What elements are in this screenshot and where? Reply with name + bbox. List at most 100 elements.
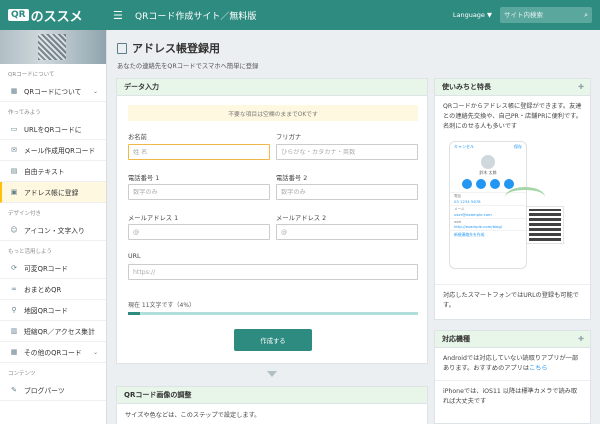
name-field[interactable]: [133, 148, 269, 156]
sidebar-item-label: URLをQRコードに: [24, 126, 82, 134]
link-icon: ▭: [10, 125, 18, 133]
phone1-field[interactable]: [133, 188, 269, 196]
doc-icon: ▤: [10, 167, 18, 175]
sidebar-item-label: 自由テキスト: [24, 168, 65, 176]
sidebar-item-map-qr[interactable]: ⚲ 地図QRコード: [0, 300, 106, 321]
card-header: データ入力: [117, 79, 427, 96]
sidebar-item-label: ブログパーツ: [24, 387, 65, 395]
sidebar-item-url-qr[interactable]: ▭ URLをQRコードに: [0, 119, 106, 140]
sidebar-banner-image: [0, 30, 106, 64]
url-label: URL: [128, 253, 141, 260]
kana-field-wrap: [276, 144, 418, 160]
sidebar-item-free-text[interactable]: ▤ 自由テキスト: [0, 161, 106, 182]
phone2-field[interactable]: [281, 188, 417, 196]
page-title: アドレス帳登録用: [117, 40, 220, 56]
notice-banner: 不要な項目は空欄のままでOKです: [128, 105, 418, 121]
chevron-down-icon: ⌄: [92, 87, 98, 95]
step-arrow-down-icon: [267, 371, 277, 377]
logo-qr-box: QR: [8, 9, 29, 21]
progress-fill: [128, 312, 140, 315]
sidebar-item-mail-qr[interactable]: ✉ メール作成用QRコード: [0, 140, 106, 161]
phone-tel: 03 1234 5678: [454, 199, 481, 204]
search-box: ⌕: [500, 7, 592, 23]
kana-field[interactable]: [281, 148, 417, 156]
page-title-text: アドレス帳登録用: [132, 42, 220, 55]
usage-card: 使いみちと特長 ✚ QRコードからアドレス帳に登録ができます。友達との連絡先交換…: [434, 78, 591, 320]
character-count-status: 現在 11文字です（4%）: [128, 302, 196, 309]
phone1-field-wrap: [128, 184, 270, 200]
card-header: 使いみちと特長: [435, 79, 590, 96]
usage-card-caption: 対応したスマートフォンではURLの登録も可能です。: [435, 284, 590, 317]
sidebar-item-about-qr[interactable]: ▦ QRコードについて ⌄: [0, 81, 106, 102]
arrow-curve-icon: [505, 187, 545, 207]
sidebar-item-label: おまとめQR: [24, 286, 62, 294]
url-field[interactable]: [133, 268, 417, 276]
sidebar-item-icon-text[interactable]: ☺ アイコン・文字入り: [0, 220, 106, 241]
sidebar-item-label: 短縮QR／アクセス集計: [24, 328, 95, 336]
hamburger-icon[interactable]: ☰: [113, 9, 127, 22]
pin-icon: ✚: [578, 335, 584, 343]
site-title: QRコード作成サイト／無料版: [135, 11, 257, 22]
create-button[interactable]: 作成する: [234, 329, 312, 351]
sidebar-item-omatome-qr[interactable]: ∞ おまとめQR: [0, 279, 106, 300]
blog-icon: ✎: [11, 386, 17, 394]
addressbook-icon: ▣: [10, 188, 18, 196]
url-field-wrap: [128, 264, 418, 280]
smile-icon: ☺: [10, 226, 18, 234]
mail1-field-wrap: [128, 224, 270, 240]
chevron-down-icon: ⌄: [92, 348, 98, 356]
pin-icon: ✚: [578, 83, 584, 91]
chart-icon: ▥: [10, 327, 18, 335]
mail2-field[interactable]: [281, 228, 417, 236]
avatar: [481, 155, 495, 169]
sidebar-item-blog-parts[interactable]: ✎ ブログパーツ: [0, 380, 106, 401]
sidebar-item-dynamic-qr[interactable]: ⟳ 可変QRコード: [0, 258, 106, 279]
adjust-card-text: サイズや色などは、このステップで設定します。: [125, 412, 261, 419]
data-input-card: データ入力 不要な項目は空欄のままでOKです お名前 フリガナ 電話番号 1 電…: [116, 78, 428, 364]
refresh-icon: ⟳: [11, 264, 17, 272]
name-label: お名前: [128, 134, 147, 141]
sidebar: QRコードについて ▦ QRコードについて ⌄ 作ってみよう ▭ URLをQRコ…: [0, 30, 107, 424]
phone-web: http://example.com/blog/: [454, 224, 503, 229]
sidebar-section-title: デザイン付き: [8, 211, 42, 217]
app-link[interactable]: こちら: [529, 365, 548, 372]
card-header: QRコード画像の調整: [117, 387, 427, 404]
phone-save-text: 保存: [514, 144, 522, 149]
sidebar-section-title: コンテンツ: [8, 371, 36, 377]
sidebar-item-label: 地図QRコード: [24, 307, 69, 315]
sidebar-item-label: 可変QRコード: [24, 265, 69, 273]
qr-code-image: [526, 206, 564, 244]
page-subtitle: あなたの連絡先をQRコードでスマホへ簡単に登録: [117, 63, 259, 70]
sidebar-section-title: 作ってみよう: [8, 110, 41, 116]
compat-text-1: Androidでは対応していない読取りアプリが一部あります。おすすめのアプリはこ…: [435, 348, 590, 381]
usage-card-text: QRコードからアドレス帳に登録ができます。友達との連絡先交換や、自己PR・店舗P…: [443, 103, 582, 130]
phone-contact-name: 鈴木 太郎: [479, 170, 497, 175]
sidebar-item-addressbook[interactable]: ▣ アドレス帳に登録: [0, 182, 106, 203]
mail-icon: ✉: [11, 146, 17, 154]
compat-card: 対応機種 ✚ Androidでは対応していない読取りアプリが一部あります。おすす…: [434, 330, 591, 424]
search-icon[interactable]: ⌕: [584, 11, 588, 20]
name-field-wrap: [128, 144, 270, 160]
sidebar-item-label: QRコードについて: [24, 88, 82, 96]
link-icon: ∞: [11, 285, 17, 293]
site-logo[interactable]: QR のススメ: [0, 0, 107, 30]
phone1-label: 電話番号 1: [128, 175, 160, 182]
compat-text-1-body: Androidでは対応していない読取りアプリが一部あります。おすすめのアプリは: [443, 355, 579, 372]
search-input[interactable]: [504, 11, 576, 19]
phone2-label: 電話番号 2: [276, 175, 308, 182]
mail1-field[interactable]: [133, 228, 269, 236]
phone-cancel-text: キャンセル: [454, 144, 474, 149]
pin-icon: ⚲: [11, 306, 17, 314]
phone2-field-wrap: [276, 184, 418, 200]
sidebar-item-label: アイコン・文字入り: [24, 227, 85, 235]
sidebar-item-other-qr[interactable]: ▦ その他のQRコード ⌄: [0, 342, 106, 363]
main-content: アドレス帳登録用 あなたの連絡先をQRコードでスマホへ簡単に登録 データ入力 不…: [107, 30, 600, 424]
phone-mail: user@example.com: [454, 212, 492, 217]
sidebar-section-title: もっと活用しよう: [8, 249, 53, 255]
sidebar-item-short-qr[interactable]: ▥ 短縮QR／アクセス集計: [0, 321, 106, 342]
mail2-field-wrap: [276, 224, 418, 240]
language-selector[interactable]: Language ▼: [453, 11, 492, 19]
compat-text-2: iPhoneでは、iOS11 以降は標準カメラで読み取れば大丈夫です: [443, 388, 578, 405]
qr-icon: ▦: [10, 87, 18, 95]
qr-adjust-card: QRコード画像の調整 サイズや色などは、このステップで設定します。: [116, 386, 428, 424]
